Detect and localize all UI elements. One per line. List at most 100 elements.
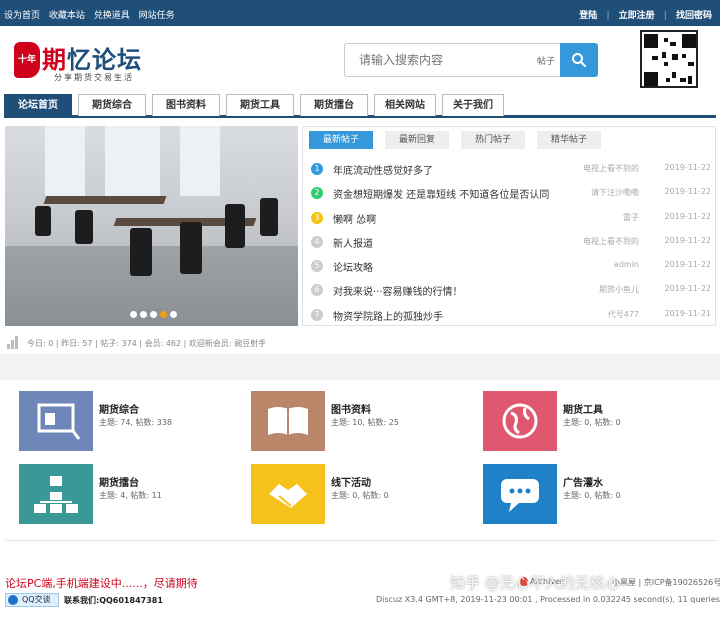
forum-card-books[interactable]: 图书资料 主题: 10, 帖数: 25: [251, 391, 451, 453]
open-book-icon[interactable]: [251, 391, 325, 451]
window: [180, 126, 220, 196]
qq-chat-button[interactable]: QQ交谈: [5, 593, 59, 607]
post-title[interactable]: 新人报道: [333, 235, 373, 250]
qr-cell: [680, 78, 686, 82]
handshake-icon[interactable]: [251, 464, 325, 524]
slider-dot[interactable]: [170, 311, 177, 318]
qr-cell: [652, 56, 658, 60]
nav-tab-home[interactable]: 论坛首页: [4, 94, 72, 116]
stats-text: 今日: 0 | 昨日: 57 | 帖子: 374 | 会员: 462 | 欢迎新…: [27, 339, 267, 348]
post-date: 2019-11-22: [664, 284, 712, 294]
post-title[interactable]: 资金想短期爆发 还是靠短线 不知道各位是否认同: [333, 186, 549, 201]
globe-icon[interactable]: [483, 391, 557, 451]
qq-penguin-icon: [8, 595, 18, 605]
qr-cell: [644, 34, 658, 48]
post-title[interactable]: 懒啊 怂啊: [333, 211, 376, 226]
chat-bubble-icon[interactable]: [483, 464, 557, 524]
post-author[interactable]: 雷子: [623, 212, 639, 223]
post-author[interactable]: admin: [614, 260, 639, 269]
post-rank-badge: 5: [311, 260, 323, 273]
slider-dots: [130, 310, 180, 321]
forum-card-tools[interactable]: 期货工具 主题: 0, 帖数: 0: [483, 391, 683, 453]
forum-card-offline-events[interactable]: 线下活动 主题: 0, 帖数: 0: [251, 464, 451, 526]
account-links: 登陆 | 立即注册 | 找回密码: [573, 8, 712, 21]
post-rank-badge: 1: [311, 163, 323, 175]
separator: |: [606, 11, 610, 21]
set-homepage-link[interactable]: 设为首页: [4, 11, 40, 21]
chair: [35, 206, 51, 236]
login-link[interactable]: 登陆: [579, 11, 597, 21]
slider-dot-active[interactable]: [160, 311, 167, 318]
post-row[interactable]: 2 资金想短期爆发 还是靠短线 不知道各位是否认同 请下注沙嘞嘞 2019-11-22: [309, 183, 713, 207]
chair: [260, 198, 278, 236]
slider-dot[interactable]: [140, 311, 147, 318]
post-author[interactable]: 代号477: [608, 309, 639, 320]
search-input[interactable]: [345, 44, 525, 76]
post-date: 2019-11-22: [664, 260, 712, 270]
logo-slogan: 分享期货交易生活: [54, 73, 134, 82]
forum-name[interactable]: 期货工具: [563, 401, 603, 416]
nav-tab-futures-general[interactable]: 期货综合: [78, 94, 146, 116]
chair: [180, 222, 202, 274]
slider-dot[interactable]: [150, 311, 157, 318]
post-author[interactable]: 期货小鱼儿: [599, 284, 639, 295]
forum-card-ads[interactable]: 广告灌水主题: 0, 帖数: 0: [483, 464, 683, 526]
forum-card-arena[interactable]: 期货擂台 主题: 4, 帖数: 11: [19, 464, 219, 526]
posts-panel: 最新帖子 最新回复 热门帖子 精华帖子 1 年底流动性感觉好多了 电视上看不到的 20…: [302, 126, 716, 326]
slider-dot[interactable]: [130, 311, 137, 318]
stats-icon: [7, 336, 19, 349]
image-slider[interactable]: [5, 126, 298, 326]
divider: [5, 540, 716, 541]
nav-tab-about[interactable]: 关于我们: [442, 94, 504, 116]
tab-latest-posts[interactable]: 最新帖子: [309, 131, 373, 149]
site-logo[interactable]: 十年 期忆论坛 分享期货交易生活: [14, 36, 154, 86]
qq-chat-label: QQ交谈: [22, 595, 51, 604]
nav-tab-books[interactable]: 图书资料: [152, 94, 220, 116]
recover-password-link[interactable]: 找回密码: [676, 11, 712, 21]
register-link[interactable]: 立即注册: [619, 11, 655, 21]
post-title[interactable]: 论坛攻略: [333, 259, 373, 274]
post-title[interactable]: 物资学院路上的孤独炒手: [333, 308, 443, 323]
presentation-icon[interactable]: [19, 391, 93, 451]
post-title[interactable]: 年底流动性感觉好多了: [333, 162, 433, 177]
qr-cell: [682, 54, 686, 58]
main-nav: 论坛首页 期货综合 图书资料 期货工具 期货擂台 相关网站 关于我们: [4, 94, 716, 118]
search-button[interactable]: [560, 43, 598, 77]
site-tasks-link[interactable]: 网站任务: [139, 11, 175, 21]
logo-seal: 十年: [14, 42, 40, 78]
qr-cell: [682, 34, 696, 48]
license-text[interactable]: 小黑屋 | 京ICP备19026526号-1: [612, 577, 720, 588]
search-type-select[interactable]: 帖子: [537, 54, 555, 67]
org-chart-icon[interactable]: [19, 464, 93, 524]
table: [43, 196, 167, 204]
tab-hot-posts[interactable]: 热门帖子: [461, 131, 525, 149]
nav-tab-related-sites[interactable]: 相关网站: [374, 94, 436, 116]
footer-notice: 论坛PC端,手机端建设中......，尽请期待: [5, 577, 198, 590]
forum-card-futures-general[interactable]: 期货综合 主题: 74, 帖数: 338: [19, 391, 219, 453]
nav-tab-arena[interactable]: 期货擂台: [300, 94, 368, 116]
post-row[interactable]: 4 新人报道 电视上看不到的 2019-11-22: [309, 232, 713, 256]
post-author[interactable]: 电视上看不到的: [583, 236, 639, 247]
tab-featured-posts[interactable]: 精华帖子: [537, 131, 601, 149]
tab-latest-replies[interactable]: 最新回复: [385, 131, 449, 149]
forum-name[interactable]: 期货综合: [99, 401, 139, 416]
post-row[interactable]: 7 物资学院路上的孤独炒手 代号477 2019-11-21: [309, 305, 713, 329]
discuz-info: Discuz X3.4 GMT+8, 2019-11-23 00:01 , Pr…: [376, 595, 720, 604]
forum-name[interactable]: 期货擂台: [99, 474, 139, 489]
forum-name[interactable]: 图书资料: [331, 401, 371, 416]
post-row[interactable]: 6 对我来说···容易赚钱的行情！ 期货小鱼儿 2019-11-22: [309, 280, 713, 304]
post-row[interactable]: 1 年底流动性感觉好多了 电视上看不到的 2019-11-22: [309, 159, 713, 183]
post-date: 2019-11-22: [664, 187, 712, 197]
exchange-items-link[interactable]: 兑换道具: [94, 11, 130, 21]
post-row[interactable]: 3 懒啊 怂啊 雷子 2019-11-22: [309, 208, 713, 232]
post-rank-badge: 2: [311, 187, 323, 200]
bookmark-link[interactable]: 收藏本站: [49, 11, 85, 21]
post-row[interactable]: 5 论坛攻略 admin 2019-11-22: [309, 256, 713, 280]
forum-meta: 主题: 0, 帖数: 0: [563, 491, 621, 500]
forum-name[interactable]: 广告灌水: [563, 474, 603, 489]
nav-tab-tools[interactable]: 期货工具: [226, 94, 294, 116]
post-author[interactable]: 电视上看不到的: [583, 163, 639, 174]
post-title[interactable]: 对我来说···容易赚钱的行情！: [333, 283, 463, 298]
forum-name[interactable]: 线下活动: [331, 474, 371, 489]
post-author[interactable]: 请下注沙嘞嘞: [591, 187, 639, 198]
